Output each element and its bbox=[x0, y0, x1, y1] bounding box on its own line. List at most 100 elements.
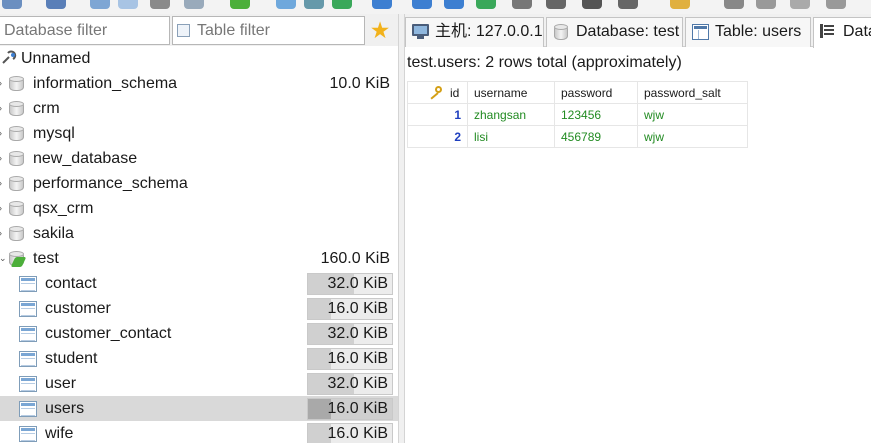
cell-username[interactable]: lisi bbox=[467, 125, 555, 148]
panel-splitter[interactable] bbox=[398, 14, 405, 443]
star-icon[interactable]: ★ bbox=[367, 17, 393, 43]
toolbar-button-icon[interactable] bbox=[118, 0, 138, 9]
host-icon bbox=[412, 24, 429, 40]
toolbar-button-icon[interactable] bbox=[444, 0, 464, 9]
tree-table-row[interactable]: wife 16.0 KiB bbox=[0, 421, 398, 443]
tab-data[interactable]: Data bbox=[813, 17, 871, 48]
tab-table[interactable]: Table: users bbox=[685, 17, 811, 47]
column-header-password[interactable]: password bbox=[554, 81, 638, 104]
table-size-bar: 32.0 KiB bbox=[307, 373, 393, 395]
tree-database-row[interactable]: › qsx_crm bbox=[0, 196, 398, 221]
cell-username[interactable]: zhangsan bbox=[467, 103, 555, 126]
expand-icon[interactable]: › bbox=[0, 121, 5, 146]
toolbar-button-icon[interactable] bbox=[230, 0, 250, 9]
expand-icon[interactable]: › bbox=[0, 171, 5, 196]
toolbar bbox=[0, 0, 871, 14]
table-size: 16.0 KiB bbox=[327, 425, 388, 442]
column-header-username[interactable]: username bbox=[467, 81, 555, 104]
expand-icon[interactable]: › bbox=[0, 96, 5, 121]
tree-connection[interactable]: Unnamed bbox=[0, 46, 398, 71]
tab-host[interactable]: 主机: 127.0.0.1 bbox=[405, 17, 544, 47]
toolbar-button-icon[interactable] bbox=[2, 0, 22, 9]
tree-database-row[interactable]: › information_schema 10.0 KiB bbox=[0, 71, 398, 96]
tab-database[interactable]: Database: test bbox=[546, 17, 683, 47]
tree-database-row[interactable]: ⌄ test 160.0 KiB bbox=[0, 246, 398, 271]
table-size-bar: 16.0 KiB bbox=[307, 423, 393, 443]
toolbar-button-icon[interactable] bbox=[618, 0, 638, 9]
database-filter-input[interactable]: Database filter bbox=[0, 16, 170, 45]
table-size: 32.0 KiB bbox=[327, 275, 388, 292]
tree-database-row[interactable]: › crm bbox=[0, 96, 398, 121]
tab-data-label: Data bbox=[843, 23, 871, 40]
toolbar-button-icon[interactable] bbox=[332, 0, 352, 9]
table-filter-icon bbox=[177, 24, 190, 37]
toolbar-button-icon[interactable] bbox=[372, 0, 392, 9]
toolbar-button-icon[interactable] bbox=[546, 0, 566, 9]
result-title: test.users: 2 rows total (approximately) bbox=[407, 54, 682, 71]
table-filter-input[interactable]: Table filter bbox=[172, 16, 365, 45]
toolbar-button-icon[interactable] bbox=[476, 0, 496, 9]
grid-header-row: id username password password_salt bbox=[407, 81, 748, 104]
table-row[interactable]: 2 lisi 456789 wjw bbox=[407, 125, 748, 148]
tree-table-row[interactable]: contact 32.0 KiB bbox=[0, 271, 398, 296]
tree-table-row-selected[interactable]: users 16.0 KiB bbox=[0, 396, 398, 421]
expand-icon[interactable]: › bbox=[0, 221, 5, 246]
toolbar-button-icon[interactable] bbox=[90, 0, 110, 9]
cell-id[interactable]: 2 bbox=[407, 125, 468, 148]
database-name: performance_schema bbox=[33, 175, 188, 192]
filter-bar: Database filter Table filter ★ bbox=[0, 14, 398, 46]
table-size-bar: 16.0 KiB bbox=[307, 298, 393, 320]
table-name: users bbox=[45, 400, 85, 417]
toolbar-button-icon[interactable] bbox=[512, 0, 532, 9]
collapse-icon[interactable]: ⌄ bbox=[0, 246, 7, 271]
expand-icon[interactable]: › bbox=[0, 71, 5, 96]
toolbar-button-icon[interactable] bbox=[276, 0, 296, 9]
database-name: sakila bbox=[33, 225, 74, 242]
cell-password-salt[interactable]: wjw bbox=[637, 103, 748, 126]
database-name: crm bbox=[33, 100, 60, 117]
tree-database-row[interactable]: › new_database bbox=[0, 146, 398, 171]
toolbar-button-icon[interactable] bbox=[670, 0, 690, 9]
tree-table-row[interactable]: customer 16.0 KiB bbox=[0, 296, 398, 321]
cell-password[interactable]: 123456 bbox=[554, 103, 638, 126]
table-icon bbox=[19, 376, 37, 392]
table-size-bar: 16.0 KiB bbox=[307, 398, 393, 420]
toolbar-button-icon[interactable] bbox=[582, 0, 602, 9]
toolbar-button-icon[interactable] bbox=[46, 0, 66, 9]
toolbar-button-icon[interactable] bbox=[826, 0, 846, 9]
toolbar-button-icon[interactable] bbox=[412, 0, 432, 9]
expand-icon[interactable]: › bbox=[0, 196, 5, 221]
tree-table-row[interactable]: student 16.0 KiB bbox=[0, 346, 398, 371]
table-icon bbox=[19, 276, 37, 292]
tree-table-row[interactable]: customer_contact 32.0 KiB bbox=[0, 321, 398, 346]
cell-id[interactable]: 1 bbox=[407, 103, 468, 126]
cell-password-salt[interactable]: wjw bbox=[637, 125, 748, 148]
table-size-bar: 16.0 KiB bbox=[307, 348, 393, 370]
table-name: student bbox=[45, 350, 98, 367]
toolbar-button-icon[interactable] bbox=[756, 0, 776, 9]
column-header-id[interactable]: id bbox=[407, 81, 468, 104]
database-icon bbox=[553, 24, 570, 40]
database-icon bbox=[9, 226, 24, 242]
table-size-bar: 32.0 KiB bbox=[307, 323, 393, 345]
cell-password[interactable]: 456789 bbox=[554, 125, 638, 148]
database-name: test bbox=[33, 250, 59, 267]
expand-icon[interactable]: › bbox=[0, 146, 5, 171]
column-header-password-salt[interactable]: password_salt bbox=[637, 81, 748, 104]
toolbar-button-icon[interactable] bbox=[790, 0, 810, 9]
tree-database-row[interactable]: › mysql bbox=[0, 121, 398, 146]
tree-database-row[interactable]: › sakila bbox=[0, 221, 398, 246]
toolbar-button-icon[interactable] bbox=[150, 0, 170, 9]
tree-database-row[interactable]: › performance_schema bbox=[0, 171, 398, 196]
toolbar-button-icon[interactable] bbox=[304, 0, 324, 9]
toolbar-button-icon[interactable] bbox=[724, 0, 744, 9]
table-size: 32.0 KiB bbox=[327, 375, 388, 392]
toolbar-button-icon[interactable] bbox=[184, 0, 204, 9]
tree-table-row[interactable]: user 32.0 KiB bbox=[0, 371, 398, 396]
tab-host-label: 主机: 127.0.0.1 bbox=[435, 23, 543, 40]
database-icon bbox=[9, 176, 24, 192]
table-row[interactable]: 1 zhangsan 123456 wjw bbox=[407, 103, 748, 126]
database-icon bbox=[9, 101, 24, 117]
table-icon bbox=[19, 351, 37, 367]
database-size: 160.0 KiB bbox=[320, 250, 390, 267]
